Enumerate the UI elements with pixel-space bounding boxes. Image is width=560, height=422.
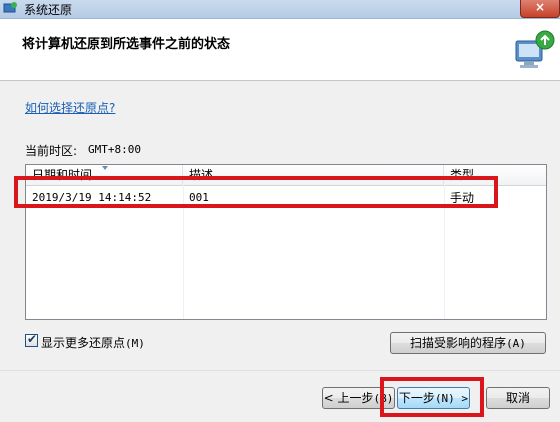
sort-arrow-icon [102, 166, 108, 170]
how-to-choose-restore-point-link[interactable]: 如何选择还原点? [25, 99, 115, 116]
timezone-label: 当前时区: [25, 144, 78, 158]
title-bar: 系统还原 × [0, 0, 560, 19]
close-button[interactable]: × [520, 0, 560, 18]
window-title: 系统还原 [24, 3, 73, 17]
highlight-box-selected-row [14, 176, 498, 208]
timezone-value: GMT+8:00 [88, 143, 141, 156]
checkbox-box[interactable]: ✔ [25, 332, 38, 347]
scan-affected-programs-button[interactable]: 扫描受影响的程序(A) [390, 332, 546, 354]
system-restore-app-icon [3, 2, 17, 13]
wizard-header: 将计算机还原到所选事件之前的状态 [0, 19, 560, 81]
page-title: 将计算机还原到所选事件之前的状态 [22, 37, 231, 52]
close-icon: × [535, 0, 546, 14]
highlight-box-next-button [380, 377, 484, 417]
footer-divider [0, 370, 560, 371]
computer-restore-icon [515, 30, 555, 68]
cancel-button[interactable]: 取消 [486, 387, 550, 409]
show-more-label: 显示更多还原点(M) [41, 336, 145, 350]
checkmark-icon: ✔ [27, 332, 38, 346]
